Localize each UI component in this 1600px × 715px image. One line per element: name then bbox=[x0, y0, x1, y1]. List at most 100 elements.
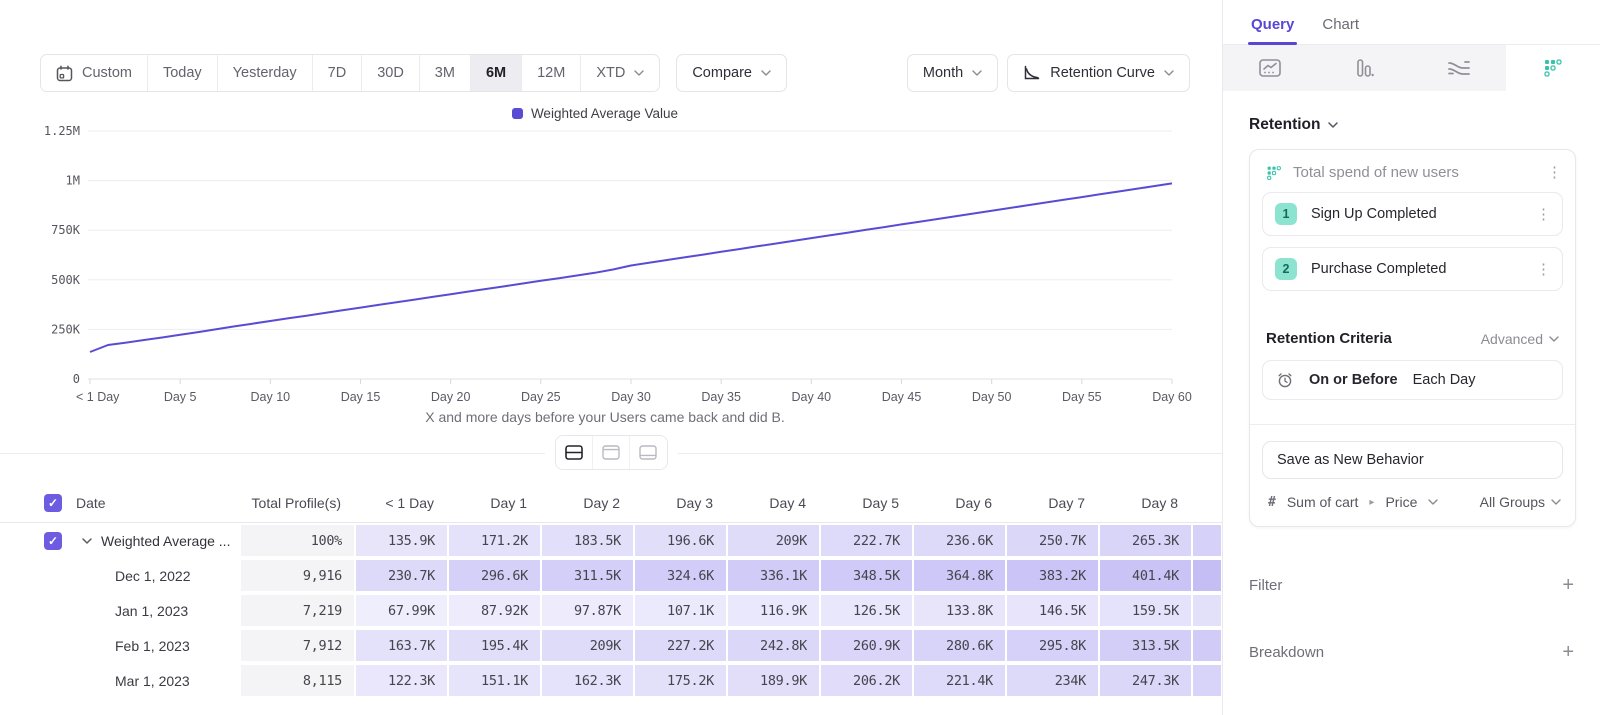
row-label[interactable]: Mar 1, 2023 bbox=[70, 673, 240, 689]
retention-value-cell[interactable]: 250.7K bbox=[1007, 525, 1098, 556]
range-yesterday[interactable]: Yesterday bbox=[218, 55, 313, 91]
retention-value-cell[interactable]: 206.2K bbox=[821, 665, 912, 696]
all-groups-dropdown[interactable]: All Groups bbox=[1480, 494, 1561, 510]
tab-query[interactable]: Query bbox=[1251, 16, 1294, 44]
retention-value-cell[interactable]: 175.2K bbox=[635, 665, 726, 696]
retention-value-cell[interactable]: 324.6K bbox=[635, 560, 726, 591]
retention-value-cell[interactable]: 209K bbox=[728, 525, 819, 556]
retention-value-cell[interactable]: 162.3K bbox=[542, 665, 633, 696]
range-today[interactable]: Today bbox=[148, 55, 218, 91]
retention-value-cell[interactable]: 348.5K bbox=[821, 560, 912, 591]
view-toggle-table-only[interactable] bbox=[630, 436, 667, 469]
tab-chart[interactable]: Chart bbox=[1322, 16, 1359, 44]
retention-value-cell[interactable]: 107.1K bbox=[635, 595, 726, 626]
range-7d[interactable]: 7D bbox=[313, 55, 363, 91]
range-6m[interactable]: 6M bbox=[471, 55, 522, 91]
retention-value-cell[interactable]: 295.8K bbox=[1007, 630, 1098, 661]
retention-value-cell[interactable]: 383.2K bbox=[1007, 560, 1098, 591]
save-as-new-behavior-button[interactable]: Save as New Behavior bbox=[1262, 441, 1563, 479]
retention-value-cell[interactable]: 189.9K bbox=[728, 665, 819, 696]
column-header[interactable]: Day 4 bbox=[727, 495, 820, 511]
add-filter-button[interactable]: + bbox=[1562, 575, 1574, 595]
granularity-button[interactable]: Month bbox=[907, 54, 998, 92]
retention-value-cell[interactable]: 247.3K bbox=[1100, 665, 1191, 696]
retention-section-header[interactable]: Retention bbox=[1249, 116, 1576, 134]
kebab-menu-icon[interactable]: ⋮ bbox=[1536, 262, 1550, 277]
compare-button[interactable]: Compare bbox=[676, 54, 787, 92]
retention-value-cell[interactable]: 97.87K bbox=[542, 595, 633, 626]
retention-value-cell[interactable]: 236.6K bbox=[914, 525, 1005, 556]
retention-value-cell[interactable]: 87.92K bbox=[449, 595, 540, 626]
view-toggle-split[interactable] bbox=[556, 436, 593, 469]
retention-value-cell[interactable]: 126.5K bbox=[821, 595, 912, 626]
retention-value-cell[interactable]: 163.7K bbox=[356, 630, 447, 661]
range-3m[interactable]: 3M bbox=[420, 55, 471, 91]
retention-value-cell[interactable]: 195.4K bbox=[449, 630, 540, 661]
chart-type-button[interactable]: Retention Curve bbox=[1007, 54, 1190, 92]
retention-value-cell[interactable]: 221.4K bbox=[914, 665, 1005, 696]
retention-value-cell[interactable]: 230.7K bbox=[356, 560, 447, 591]
measure-property[interactable]: Sum of cart bbox=[1287, 494, 1359, 510]
add-breakdown-button[interactable]: + bbox=[1562, 642, 1574, 662]
chart-type-flow[interactable] bbox=[1412, 45, 1506, 91]
retention-value-cell[interactable]: 183.5K bbox=[542, 525, 633, 556]
retention-value-cell[interactable]: 280.6K bbox=[914, 630, 1005, 661]
retention-value-cell[interactable]: 265.3K bbox=[1100, 525, 1191, 556]
row-label[interactable]: Jan 1, 2023 bbox=[70, 603, 240, 619]
advanced-dropdown[interactable]: Advanced bbox=[1481, 331, 1559, 347]
column-header[interactable]: Date bbox=[70, 495, 240, 511]
retention-value-cell[interactable]: 311.5K bbox=[542, 560, 633, 591]
retention-line-series[interactable] bbox=[90, 183, 1172, 352]
retention-value-cell[interactable]: 313.5K bbox=[1100, 630, 1191, 661]
column-header[interactable]: Day 5 bbox=[820, 495, 913, 511]
retention-value-cell[interactable]: 135.9K bbox=[356, 525, 447, 556]
retention-value-cell[interactable]: 209K bbox=[542, 630, 633, 661]
retention-value-cell[interactable]: 67.99K bbox=[356, 595, 447, 626]
retention-curve-chart[interactable]: 0250K500K750K1M1.25M< 1 DayDay 5Day 10Da… bbox=[30, 121, 1220, 409]
range-12m[interactable]: 12M bbox=[522, 55, 581, 91]
retention-value-cell[interactable]: 133.8K bbox=[914, 595, 1005, 626]
column-header[interactable]: Day 1 bbox=[448, 495, 541, 511]
column-header[interactable]: Day 3 bbox=[634, 495, 727, 511]
column-header[interactable]: Day 6 bbox=[913, 495, 1006, 511]
chart-type-bar[interactable] bbox=[1317, 45, 1411, 91]
retention-value-cell[interactable]: 159.5K bbox=[1100, 595, 1191, 626]
chart-type-line[interactable] bbox=[1223, 45, 1317, 91]
retention-timing-row[interactable]: On or Before Each Day bbox=[1262, 360, 1563, 400]
retention-value-cell[interactable]: 234K bbox=[1007, 665, 1098, 696]
range-custom[interactable]: Custom bbox=[41, 55, 148, 91]
retention-value-cell[interactable]: 146.5K bbox=[1007, 595, 1098, 626]
retention-value-cell[interactable]: 116.9K bbox=[728, 595, 819, 626]
retention-value-cell[interactable]: 122.3K bbox=[356, 665, 447, 696]
measure-sub-property[interactable]: Price bbox=[1385, 494, 1417, 510]
column-header[interactable]: < 1 Day bbox=[355, 495, 448, 511]
select-all-checkbox[interactable] bbox=[44, 494, 62, 512]
kebab-menu-icon[interactable]: ⋮ bbox=[1547, 165, 1561, 180]
row-label[interactable]: Dec 1, 2022 bbox=[70, 568, 240, 584]
kebab-menu-icon[interactable]: ⋮ bbox=[1536, 207, 1550, 222]
behavior-step-1[interactable]: 1Sign Up Completed⋮ bbox=[1262, 192, 1563, 236]
row-label[interactable]: Weighted Average ... bbox=[70, 533, 240, 549]
retention-value-cell[interactable]: 336.1K bbox=[728, 560, 819, 591]
range-xtd[interactable]: XTD bbox=[581, 55, 659, 91]
column-header[interactable]: Total Profile(s) bbox=[240, 495, 355, 511]
retention-value-cell[interactable]: 296.6K bbox=[449, 560, 540, 591]
retention-value-cell[interactable]: 171.2K bbox=[449, 525, 540, 556]
retention-value-cell[interactable]: 364.8K bbox=[914, 560, 1005, 591]
row-checkbox[interactable] bbox=[44, 532, 62, 550]
chart-type-retention[interactable] bbox=[1506, 45, 1600, 91]
retention-value-cell[interactable]: 260.9K bbox=[821, 630, 912, 661]
retention-value-cell[interactable]: 401.4K bbox=[1100, 560, 1191, 591]
behavior-step-2[interactable]: 2Purchase Completed⋮ bbox=[1262, 247, 1563, 291]
retention-value-cell[interactable]: 242.8K bbox=[728, 630, 819, 661]
column-header[interactable]: Day 8 bbox=[1099, 495, 1192, 511]
range-30d[interactable]: 30D bbox=[362, 55, 420, 91]
column-header[interactable]: Day 7 bbox=[1006, 495, 1099, 511]
retention-value-cell[interactable]: 222.7K bbox=[821, 525, 912, 556]
row-label[interactable]: Feb 1, 2023 bbox=[70, 638, 240, 654]
retention-value-cell[interactable]: 227.2K bbox=[635, 630, 726, 661]
view-toggle-chart-only[interactable] bbox=[593, 436, 630, 469]
retention-value-cell[interactable]: 151.1K bbox=[449, 665, 540, 696]
column-header[interactable]: Day 2 bbox=[541, 495, 634, 511]
retention-value-cell[interactable]: 196.6K bbox=[635, 525, 726, 556]
